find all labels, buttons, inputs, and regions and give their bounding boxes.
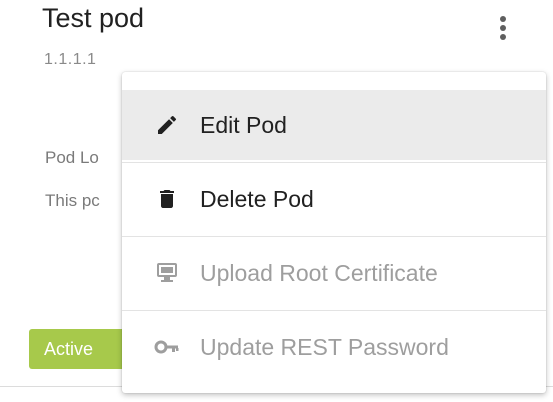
trash-icon xyxy=(154,186,180,212)
menu-divider xyxy=(122,310,546,311)
more-options-icon[interactable] xyxy=(492,16,514,46)
menu-item-upload-root-certificate[interactable]: Upload Root Certificate xyxy=(122,238,546,308)
pod-location-label: Pod Lo xyxy=(45,148,99,167)
menu-item-delete-pod[interactable]: Delete Pod xyxy=(122,164,546,234)
menu-item-update-rest-password[interactable]: Update REST Password xyxy=(122,312,546,382)
monitor-icon xyxy=(154,260,180,286)
pod-ip-address: 1.1.1.1 xyxy=(44,51,97,68)
pod-title: Test pod xyxy=(42,3,145,33)
menu-divider xyxy=(122,162,546,163)
pod-actions-menu: Edit Pod Delete Pod Upload Root Certific… xyxy=(122,72,546,393)
key-icon xyxy=(154,334,180,360)
pencil-icon xyxy=(154,112,180,138)
menu-divider xyxy=(122,236,546,237)
menu-item-label: Delete Pod xyxy=(200,185,314,212)
menu-item-label: Edit Pod xyxy=(200,111,287,138)
menu-item-edit-pod[interactable]: Edit Pod xyxy=(122,90,546,160)
pod-description: This pc xyxy=(45,191,100,210)
menu-item-label: Upload Root Certificate xyxy=(200,259,438,286)
menu-item-label: Update REST Password xyxy=(200,333,449,360)
